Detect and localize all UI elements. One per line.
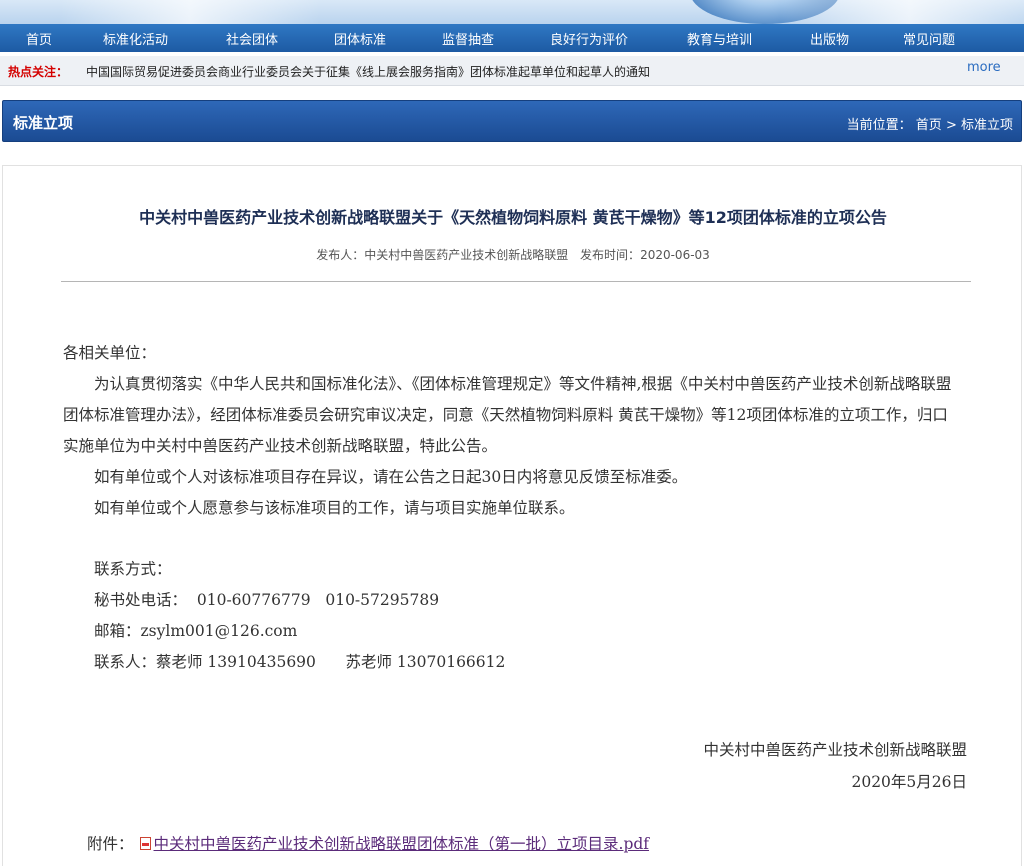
phone-line: 秘书处电话： 010-60776779 010-57295789 [94, 591, 440, 609]
publish-date: 2020-06-03 [640, 248, 710, 262]
section-header: 标准立项 当前位置： 首页 > 标准立项 [2, 100, 1022, 142]
paragraph-1: 为认真贯彻落实《中华人民共和国标准化法》、《团体标准管理规定》等文件精神,根据《… [63, 375, 952, 455]
hot-topics-bar: 热点关注： 中国国际贸易促进委员会商业行业委员会关于征集《线上展会服务指南》团体… [0, 56, 1024, 86]
date-label: 发布时间： [580, 248, 641, 262]
section-title: 标准立项 [13, 114, 74, 132]
signature-org: 中关村中兽医药产业技术创新战略联盟 [703, 741, 967, 759]
article-meta: 发布人：中关村中兽医药产业技术创新战略联盟 发布时间：2020-06-03 [3, 246, 1023, 263]
signature-date: 2020年5月26日 [851, 773, 967, 791]
breadcrumb: 当前位置： 首页 > 标准立项 [847, 114, 1013, 133]
breadcrumb-prefix: 当前位置： [846, 118, 912, 133]
nav-item-home[interactable]: 首页 [26, 29, 52, 48]
top-banner [0, 0, 1024, 24]
breadcrumb-home[interactable]: 首页 [916, 118, 942, 133]
contact-heading: 联系方式： [94, 560, 172, 578]
banner-decoration [60, 0, 320, 24]
signature-block: 中关村中兽医药产业技术创新战略联盟 2020年5月26日 [703, 734, 967, 798]
email-line: 邮箱：zsylm001@126.com [94, 622, 298, 640]
nav-item-group-standards[interactable]: 团体标准 [334, 29, 386, 48]
article-container: 中关村中兽医药产业技术创新战略联盟关于《天然植物饲料原料 黄芪干燥物》等12项团… [2, 165, 1022, 866]
publisher-label: 发布人： [316, 248, 365, 262]
salutation: 各相关单位： [63, 344, 157, 362]
banner-decoration [780, 0, 1024, 24]
pdf-file-icon [139, 837, 151, 850]
hot-topic-link[interactable]: 中国国际贸易促进委员会商业行业委员会关于征集《线上展会服务指南》团体标准起草单位… [86, 63, 650, 80]
more-link[interactable]: more [967, 60, 1001, 75]
paragraph-2: 如有单位或个人对该标准项目存在异议，请在公告之日起30日内将意见反馈至标准委。 [94, 468, 688, 486]
publisher: 中关村中兽医药产业技术创新战略联盟 [364, 248, 569, 262]
nav-item-supervision[interactable]: 监督抽查 [442, 29, 494, 48]
breadcrumb-current[interactable]: 标准立项 [961, 118, 1013, 133]
article-body: 各相关单位： 为认真贯彻落实《中华人民共和国标准化法》、《团体标准管理规定》等文… [63, 338, 963, 678]
nav-item-publications[interactable]: 出版物 [810, 29, 849, 48]
attachment: 附件： 中关村中兽医药产业技术创新战略联盟团体标准（第一批）立项目录.pdf [87, 832, 649, 854]
main-nav: 首页 标准化活动 社会团体 团体标准 监督抽查 良好行为评价 教育与培训 出版物… [0, 24, 1024, 52]
contact-people-line: 联系人：蔡老师 13910435690 苏老师 13070166612 [94, 653, 506, 671]
article-title: 中关村中兽医药产业技术创新战略联盟关于《天然植物饲料原料 黄芪干燥物》等12项团… [139, 208, 887, 227]
nav-item-faq[interactable]: 常见问题 [903, 29, 955, 48]
hot-topics-label: 热点关注： [8, 65, 69, 79]
nav-item-standardization[interactable]: 标准化活动 [103, 29, 168, 48]
breadcrumb-separator: > [945, 118, 957, 133]
nav-item-good-behavior[interactable]: 良好行为评价 [550, 29, 628, 48]
paragraph-3: 如有单位或个人愿意参与该标准项目的工作，请与项目实施单位联系。 [94, 499, 575, 517]
nav-item-social-groups[interactable]: 社会团体 [226, 29, 278, 48]
title-divider [61, 281, 971, 282]
attachment-link[interactable]: 中关村中兽医药产业技术创新战略联盟团体标准（第一批）立项目录.pdf [154, 835, 650, 853]
nav-item-education[interactable]: 教育与培训 [687, 29, 752, 48]
attachment-label: 附件： [87, 835, 134, 853]
